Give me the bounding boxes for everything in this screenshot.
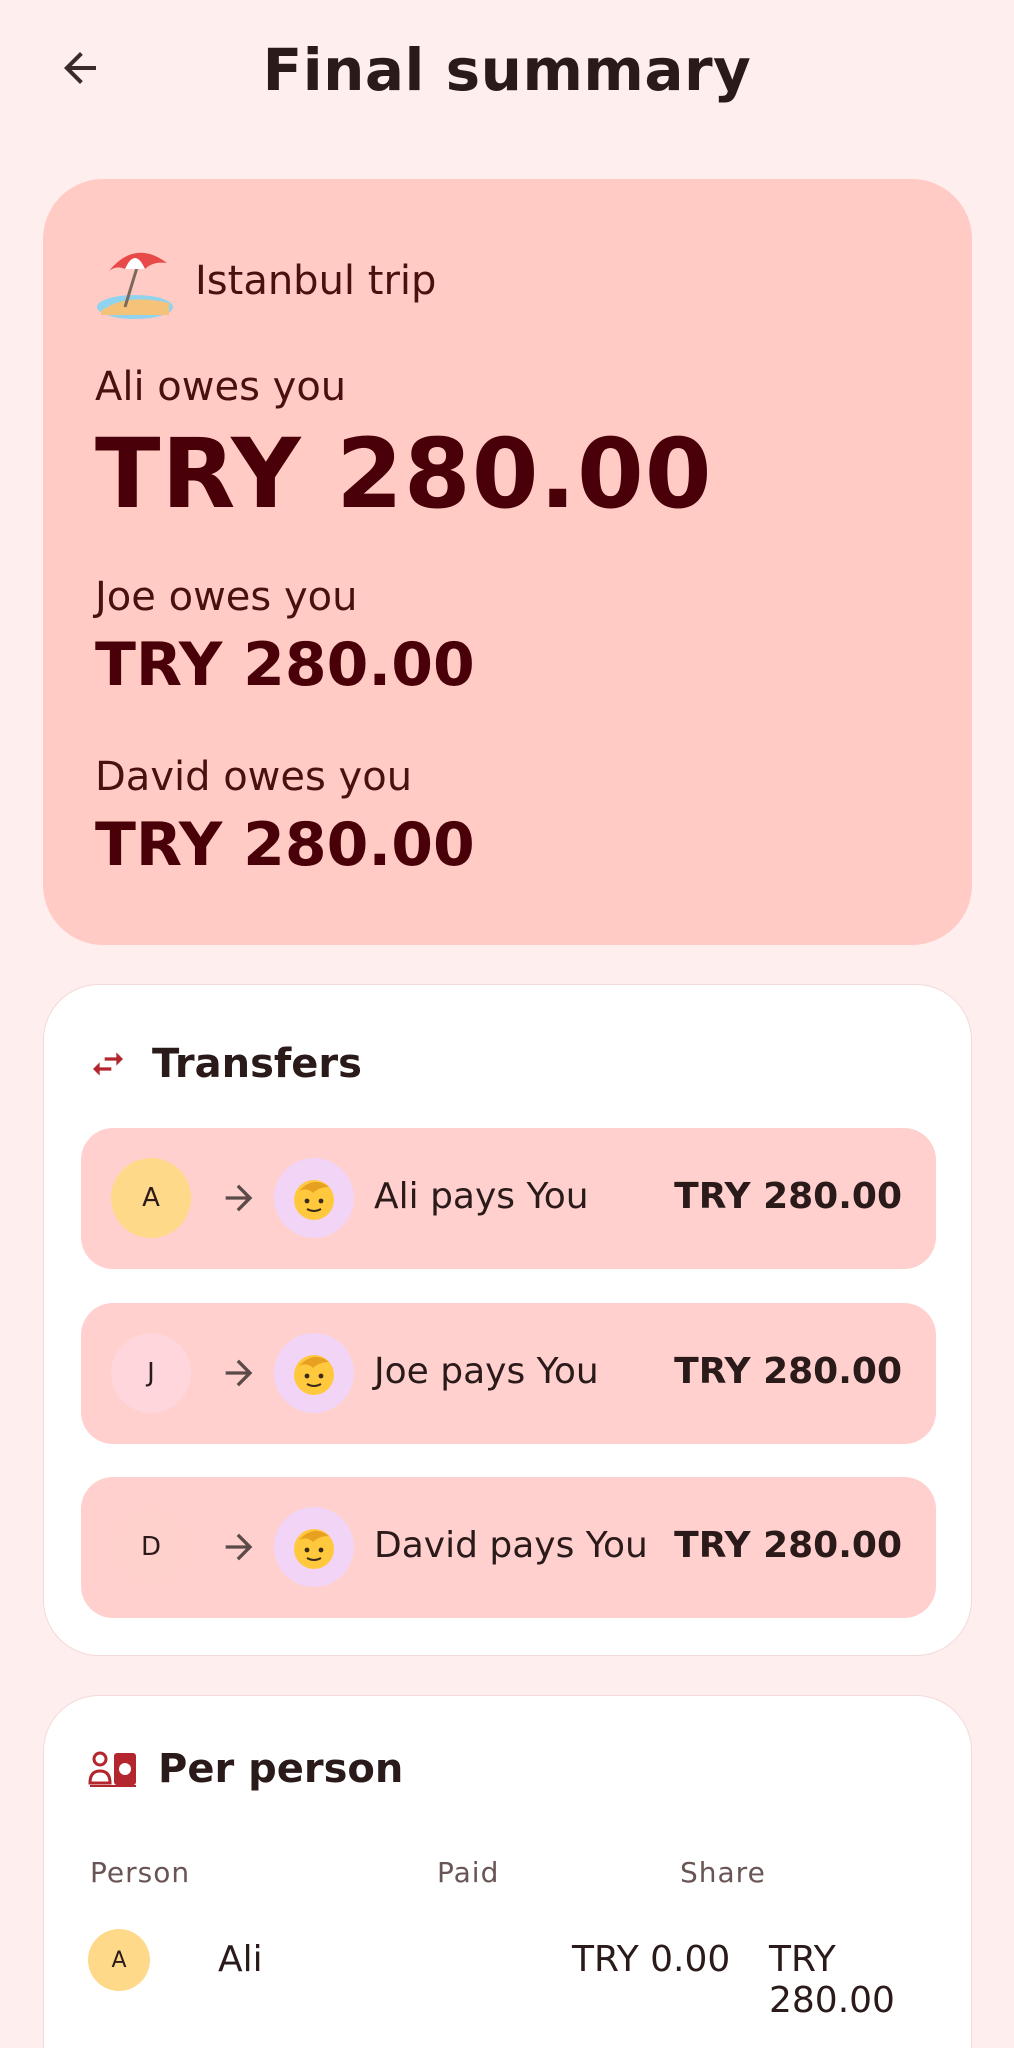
per-person-header: Per person bbox=[88, 1746, 403, 1792]
column-header-person: Person bbox=[90, 1856, 191, 1889]
you-avatar bbox=[274, 1333, 354, 1413]
face-emoji-icon bbox=[294, 1180, 334, 1220]
debt-label: David owes you bbox=[95, 754, 413, 800]
you-avatar bbox=[274, 1507, 354, 1587]
transfer-amount: TRY 280.00 bbox=[674, 1525, 902, 1566]
arrow-forward-icon bbox=[225, 1184, 253, 1212]
column-header-paid: Paid bbox=[437, 1856, 500, 1889]
trip-header: Istanbul trip bbox=[95, 241, 436, 321]
transfer-amount: TRY 280.00 bbox=[674, 1176, 902, 1217]
trip-name: Istanbul trip bbox=[195, 258, 437, 304]
avatar: A bbox=[111, 1158, 191, 1238]
face-emoji-icon bbox=[294, 1355, 334, 1395]
swap-horiz-icon bbox=[93, 1052, 123, 1076]
table-row[interactable]: A Ali TRY 0.00 TRY 280.00 bbox=[88, 1929, 948, 2021]
person-name: Ali bbox=[218, 1939, 263, 1980]
transfer-label: Ali pays You bbox=[374, 1176, 589, 1217]
transfers-header: Transfers bbox=[88, 1041, 362, 1087]
transfer-item[interactable]: A Ali pays You TRY 280.00 bbox=[81, 1128, 936, 1269]
per-person-title: Per person bbox=[158, 1746, 404, 1792]
avatar: A bbox=[88, 1929, 150, 1991]
column-header-share: Share bbox=[680, 1856, 766, 1889]
people-ledger-icon bbox=[88, 1751, 136, 1787]
person-share: TRY 280.00 bbox=[769, 1939, 895, 2021]
page-title: Final summary bbox=[262, 36, 752, 104]
debt-item: Joe owes you TRY 280.00 bbox=[95, 574, 475, 700]
debt-item: David owes you TRY 280.00 bbox=[95, 754, 475, 880]
transfer-label: Joe pays You bbox=[374, 1351, 599, 1392]
trip-summary-card: Istanbul trip Ali owes you TRY 280.00 Jo… bbox=[43, 179, 972, 945]
avatar: D bbox=[111, 1507, 191, 1587]
debt-label: Ali owes you bbox=[95, 364, 347, 410]
debt-amount: TRY 280.00 bbox=[95, 630, 475, 700]
transfer-item[interactable]: J Joe pays You TRY 280.00 bbox=[81, 1303, 936, 1444]
top-app-bar: Final summary bbox=[0, 0, 1014, 140]
transfers-title: Transfers bbox=[152, 1041, 362, 1087]
beach-umbrella-icon bbox=[95, 241, 175, 321]
avatar: J bbox=[111, 1333, 191, 1413]
arrow-forward-icon bbox=[225, 1359, 253, 1387]
transfer-amount: TRY 280.00 bbox=[674, 1351, 902, 1392]
debt-label: Joe owes you bbox=[95, 574, 358, 620]
per-person-card: Per person Person Paid Share A Ali TRY 0… bbox=[43, 1695, 972, 2048]
debt-amount: TRY 280.00 bbox=[95, 418, 713, 530]
person-paid: TRY 0.00 bbox=[572, 1939, 731, 1980]
transfer-label: David pays You bbox=[374, 1525, 648, 1566]
transfers-card: Transfers A Ali pays You TRY 280.00 J Jo… bbox=[43, 984, 972, 1656]
you-avatar bbox=[274, 1158, 354, 1238]
arrow-forward-icon bbox=[225, 1533, 253, 1561]
debt-amount: TRY 280.00 bbox=[95, 810, 475, 880]
transfer-item[interactable]: D David pays You TRY 280.00 bbox=[81, 1477, 936, 1618]
face-emoji-icon bbox=[294, 1529, 334, 1569]
debt-item: Ali owes you TRY 280.00 bbox=[95, 364, 713, 530]
